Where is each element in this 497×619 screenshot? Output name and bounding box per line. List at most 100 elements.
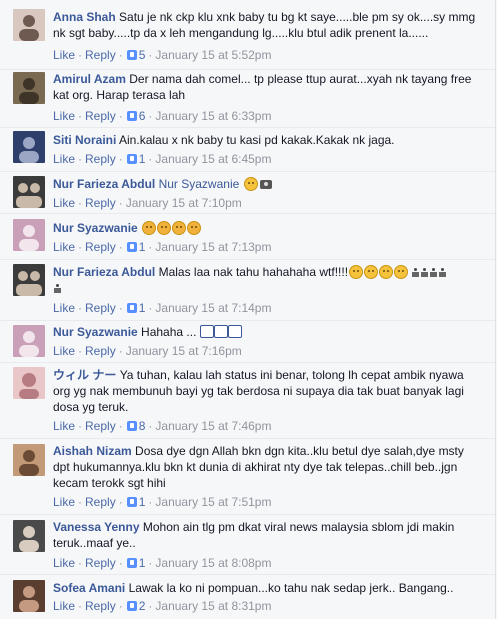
comment-author[interactable]: Amirul Azam <box>53 72 126 86</box>
angry-emoji-icon <box>172 221 187 235</box>
comment-timestamp[interactable]: January 15 at 7:13pm <box>155 240 271 254</box>
angry-emoji-icon <box>157 221 172 235</box>
like-count-icon <box>126 50 137 60</box>
comment-timestamp[interactable]: January 15 at 7:16pm <box>126 344 242 358</box>
like-link[interactable]: Like <box>53 152 75 166</box>
profile-picture-icon <box>16 271 42 296</box>
reply-link[interactable]: Reply <box>85 419 116 433</box>
comment: Aishah Nizam Dosa dye dgn Allah bkn dgn … <box>0 438 495 515</box>
comment-timestamp[interactable]: January 15 at 7:46pm <box>155 419 271 433</box>
avatar[interactable] <box>13 444 45 476</box>
comment-timestamp[interactable]: January 15 at 6:33pm <box>155 109 271 123</box>
comment-text: Lawak la ko ni pompuan...ko tahu nak sed… <box>128 581 454 595</box>
comment-text: Ain.kalau x nk baby tu kasi pd kakak.Kak… <box>119 133 395 147</box>
comment: Sofea Amani Lawak la ko ni pompuan...ko … <box>0 574 495 619</box>
comment-timestamp[interactable]: January 15 at 6:45pm <box>155 152 271 166</box>
comment-text: Hahaha ... <box>141 325 197 339</box>
reply-link[interactable]: Reply <box>85 556 116 570</box>
like-link[interactable]: Like <box>53 599 75 613</box>
comment: Nur Syazwanie Like · Reply · 1 · January 15 at… <box>0 213 495 260</box>
comment-timestamp[interactable]: January 15 at 5:52pm <box>155 48 271 62</box>
reply-link[interactable]: Reply <box>85 48 116 62</box>
comment: Nur Syazwanie Hahaha ... Like · Reply · Janu… <box>0 320 495 363</box>
comment-timestamp[interactable]: January 15 at 8:08pm <box>155 556 271 570</box>
like-count-icon <box>126 154 137 164</box>
comment-author[interactable]: Nur Syazwanie <box>53 221 138 235</box>
reply-link[interactable]: Reply <box>85 599 116 613</box>
comment-timestamp[interactable]: January 15 at 7:10pm <box>126 196 242 210</box>
profile-picture-icon <box>19 15 39 41</box>
like-link[interactable]: Like <box>53 556 75 570</box>
comment-text: Malas laa nak tahu hahahaha wtf!!!! <box>158 265 349 279</box>
comment-author[interactable]: Aishah Nizam <box>53 444 132 458</box>
reply-link[interactable]: Reply <box>85 196 116 210</box>
comment: Amirul Azam Der nama dah comel... tp ple… <box>0 69 495 128</box>
comment: Anna Shah Satu je nk ckp klu xnk baby tu… <box>0 6 495 70</box>
reply-link[interactable]: Reply <box>85 152 116 166</box>
angry-emoji-icon <box>187 221 202 235</box>
profile-picture-icon <box>19 331 39 357</box>
avatar[interactable] <box>13 580 45 612</box>
like-count-icon <box>126 421 137 431</box>
comment-author[interactable]: Nur Farieza Abdul <box>53 265 155 279</box>
avatar[interactable] <box>13 219 45 251</box>
avatar[interactable] <box>13 72 45 104</box>
comment-author[interactable]: Nur Farieza Abdul <box>53 177 155 191</box>
comment-author[interactable]: ウィル ナー <box>53 368 116 382</box>
comment-author[interactable]: Nur Syazwanie <box>53 325 138 339</box>
comment-timestamp[interactable]: January 15 at 7:51pm <box>155 495 271 509</box>
laughing-emoji-icon <box>394 265 409 279</box>
avatar[interactable] <box>13 131 45 163</box>
comment: Vanessa Yenny Mohon ain tlg pm dkat vira… <box>0 514 495 575</box>
comment-author[interactable]: Anna Shah <box>53 10 116 24</box>
profile-picture-icon <box>16 183 42 208</box>
avatar[interactable] <box>13 325 45 357</box>
comment-timestamp[interactable]: January 15 at 7:14pm <box>155 301 271 315</box>
reply-link[interactable]: Reply <box>85 344 116 358</box>
thumbs-up-emoji-icon <box>213 325 228 338</box>
like-link[interactable]: Like <box>53 240 75 254</box>
avatar[interactable] <box>13 520 45 552</box>
profile-picture-icon <box>19 586 39 612</box>
like-count-icon <box>126 242 137 252</box>
like-count-icon <box>126 303 137 313</box>
like-link[interactable]: Like <box>53 344 75 358</box>
profile-picture-icon <box>19 225 39 251</box>
laughing-emoji-icon <box>364 265 379 279</box>
like-link[interactable]: Like <box>53 495 75 509</box>
figure-emoji-icon <box>438 268 447 278</box>
comment-author[interactable]: Sofea Amani <box>53 581 125 595</box>
avatar[interactable] <box>13 9 45 41</box>
comment: Nur Farieza Abdul Nur Syazwanie Like · Rep… <box>0 171 495 214</box>
figure-emoji-icon <box>411 268 420 278</box>
like-link[interactable]: Like <box>53 109 75 123</box>
comment: Nur Farieza Abdul Malas laa nak tahu hah… <box>0 259 495 321</box>
like-count-icon <box>126 558 137 568</box>
comment: ウィル ナー Ya tuhan, kalau lah status ini be… <box>0 362 495 439</box>
avatar[interactable] <box>13 367 45 399</box>
like-count-icon <box>126 111 137 121</box>
reply-link[interactable]: Reply <box>85 240 116 254</box>
avatar[interactable] <box>13 264 45 296</box>
profile-picture-icon <box>19 373 39 399</box>
like-count-icon <box>126 497 137 507</box>
reply-link[interactable]: Reply <box>85 301 116 315</box>
profile-picture-icon <box>19 137 39 163</box>
reply-link[interactable]: Reply <box>85 109 116 123</box>
avatar[interactable] <box>13 176 45 208</box>
comment-timestamp[interactable]: January 15 at 8:31pm <box>155 599 271 613</box>
tagged-user[interactable]: Nur Syazwanie <box>159 177 240 191</box>
like-count-icon <box>126 601 137 611</box>
like-link[interactable]: Like <box>53 419 75 433</box>
comment-author[interactable]: Vanessa Yenny <box>53 520 140 534</box>
laughing-emoji-icon <box>349 265 364 279</box>
like-link[interactable]: Like <box>53 196 75 210</box>
comment-author[interactable]: Siti Noraini <box>53 133 116 147</box>
like-link[interactable]: Like <box>53 48 75 62</box>
figure-emoji-icon <box>429 268 438 278</box>
reply-link[interactable]: Reply <box>85 495 116 509</box>
thumbs-up-emoji-icon <box>227 325 242 338</box>
profile-picture-icon <box>19 450 39 476</box>
like-link[interactable]: Like <box>53 301 75 315</box>
laughing-emoji-icon <box>243 177 258 191</box>
